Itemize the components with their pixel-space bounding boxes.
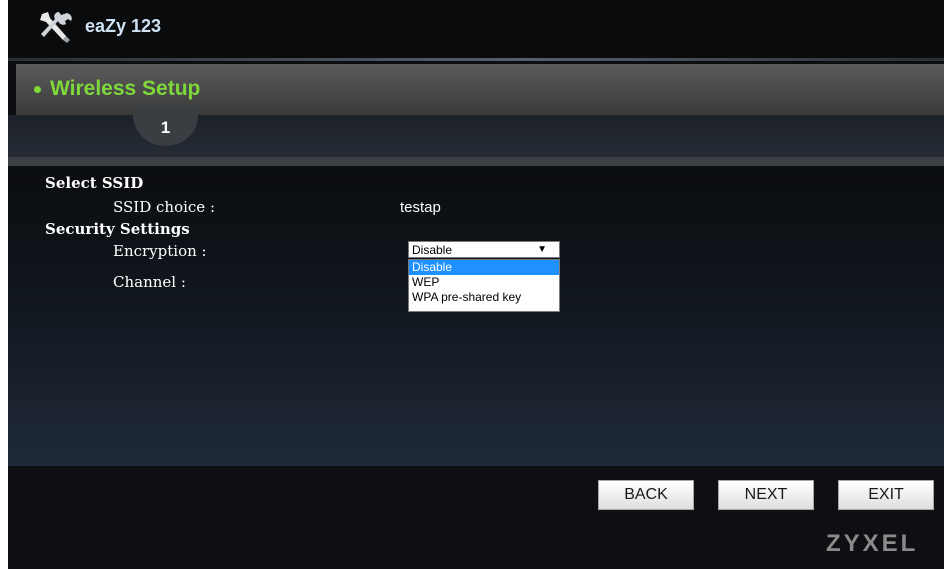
top-bar: eaZy 123 <box>8 0 944 58</box>
dropdown-arrow-icon: ▼ <box>537 244 547 255</box>
encryption-label: Encryption : <box>113 242 207 260</box>
header-divider <box>8 58 944 61</box>
back-button[interactable]: BACK <box>598 480 694 510</box>
encryption-option-wep[interactable]: WEP <box>409 275 559 290</box>
page-title: Wireless Setup <box>50 77 201 100</box>
channel-label: Channel : <box>113 273 186 291</box>
wizard-window: eaZy 123 Wireless Setup 1 Select SSID SS… <box>8 0 944 569</box>
encryption-dropdown-list: Disable WEP WPA pre-shared key <box>408 259 560 312</box>
ssid-choice-label: SSID choice : <box>113 198 215 216</box>
brand-logo: ZYXEL <box>826 530 919 557</box>
security-section-heading: Security Settings <box>45 220 190 238</box>
encryption-option-wpa-psk[interactable]: WPA pre-shared key <box>409 290 559 305</box>
content-divider <box>8 157 944 166</box>
title-bullet-icon <box>34 86 41 93</box>
encryption-option-disable[interactable]: Disable <box>409 260 559 275</box>
tools-icon <box>40 12 72 43</box>
encryption-selected-value: Disable <box>412 243 453 257</box>
app-title: eaZy 123 <box>85 16 162 36</box>
ssid-choice-value: testap <box>400 199 441 216</box>
encryption-select[interactable]: Disable ▼ <box>408 241 560 258</box>
next-button[interactable]: NEXT <box>718 480 814 510</box>
ssid-section-heading: Select SSID <box>45 174 144 192</box>
exit-button[interactable]: EXIT <box>838 480 934 510</box>
